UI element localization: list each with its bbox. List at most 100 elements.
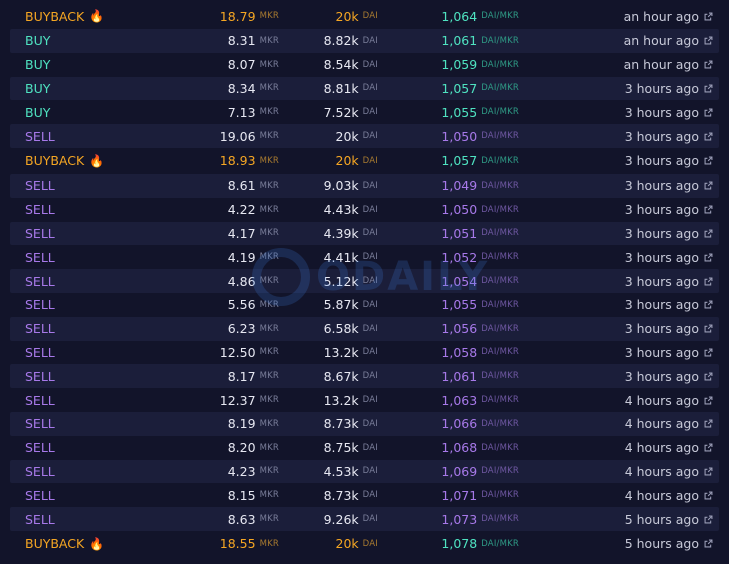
trade-time[interactable]: an hour ago	[624, 9, 699, 24]
trade-time-link[interactable]: 4 hours ago	[625, 460, 713, 484]
external-link-icon[interactable]	[704, 156, 713, 165]
external-link-icon[interactable]	[704, 132, 713, 141]
fire-icon: 🔥	[89, 9, 105, 23]
trade-price: 1,069 DAI/MKR	[441, 460, 519, 484]
trade-time[interactable]: 3 hours ago	[625, 81, 699, 96]
trade-time-link[interactable]: 3 hours ago	[625, 174, 713, 198]
external-link-icon[interactable]	[704, 108, 713, 117]
external-link-icon[interactable]	[704, 36, 713, 45]
trade-time[interactable]: 3 hours ago	[625, 321, 699, 336]
external-link-icon[interactable]	[704, 253, 713, 262]
external-link-icon[interactable]	[704, 443, 713, 452]
trade-time-link[interactable]: 3 hours ago	[625, 124, 713, 148]
trade-time-link[interactable]: 3 hours ago	[625, 317, 713, 341]
trade-time[interactable]: 3 hours ago	[625, 345, 699, 360]
trade-amount: 18.79 MKR	[220, 3, 279, 29]
trade-time[interactable]: 3 hours ago	[625, 226, 699, 241]
trade-dai: 20k DAI	[336, 148, 378, 174]
external-link-icon[interactable]	[704, 277, 713, 286]
trade-type-label: BUY	[25, 80, 51, 96]
external-link-icon[interactable]	[704, 229, 713, 238]
trade-time[interactable]: 4 hours ago	[625, 464, 699, 479]
external-link-icon[interactable]	[704, 84, 713, 93]
trade-time-link[interactable]: 3 hours ago	[625, 222, 713, 246]
trade-time-link[interactable]: 4 hours ago	[625, 483, 713, 507]
dai-unit: DAI	[362, 276, 378, 287]
external-link-icon[interactable]	[704, 12, 713, 21]
trade-row: SELL 4.19 MKR 4.41k DAI 1,052 DAI/MKR 3 hours a…	[10, 245, 719, 269]
dai-value: 13.2k	[323, 344, 359, 360]
external-link-icon[interactable]	[704, 491, 713, 500]
trade-time[interactable]: 3 hours ago	[625, 250, 699, 265]
trade-time[interactable]: 3 hours ago	[625, 274, 699, 289]
trade-time[interactable]: an hour ago	[624, 57, 699, 72]
trade-time-link[interactable]: 5 hours ago	[625, 531, 713, 557]
trade-time[interactable]: 5 hours ago	[625, 536, 699, 551]
trade-time[interactable]: 4 hours ago	[625, 393, 699, 408]
trade-price: 1,050 DAI/MKR	[441, 124, 519, 148]
trade-time-link[interactable]: 5 hours ago	[625, 507, 713, 531]
external-link-icon[interactable]	[704, 372, 713, 381]
trade-time-link[interactable]: 3 hours ago	[625, 198, 713, 222]
dai-unit: DAI	[362, 180, 378, 191]
trade-time-link[interactable]: an hour ago	[624, 3, 713, 29]
trade-price: 1,058 DAI/MKR	[441, 341, 519, 365]
trade-time[interactable]: 3 hours ago	[625, 153, 699, 168]
price-unit: DAI/MKR	[481, 35, 519, 46]
trade-time[interactable]: 4 hours ago	[625, 488, 699, 503]
trade-time-link[interactable]: 3 hours ago	[625, 293, 713, 317]
trade-time-link[interactable]: 3 hours ago	[625, 245, 713, 269]
trade-time-link[interactable]: 3 hours ago	[625, 148, 713, 174]
price-value: 1,066	[441, 416, 478, 432]
external-link-icon[interactable]	[704, 348, 713, 357]
trade-time[interactable]: 3 hours ago	[625, 369, 699, 384]
external-link-icon[interactable]	[704, 60, 713, 69]
trade-time[interactable]: 4 hours ago	[625, 416, 699, 431]
trade-type-label: SELL	[25, 249, 55, 265]
dai-unit: DAI	[362, 35, 378, 46]
external-link-icon[interactable]	[704, 539, 713, 548]
trade-time[interactable]: 3 hours ago	[625, 202, 699, 217]
trade-time[interactable]: 5 hours ago	[625, 512, 699, 527]
price-unit: DAI/MKR	[481, 107, 519, 118]
trade-type-label: SELL	[25, 273, 55, 289]
price-unit: DAI/MKR	[481, 11, 519, 21]
trade-time-link[interactable]: 4 hours ago	[625, 436, 713, 460]
trade-type-label: SELL	[25, 321, 55, 337]
external-link-icon[interactable]	[704, 515, 713, 524]
trade-time-link[interactable]: an hour ago	[624, 29, 713, 53]
trade-time-link[interactable]: an hour ago	[624, 53, 713, 77]
trade-type-label: BUYBACK	[25, 536, 85, 552]
trade-amount: 19.06 MKR	[220, 124, 279, 148]
external-link-icon[interactable]	[704, 324, 713, 333]
external-link-icon[interactable]	[704, 300, 713, 309]
trade-row: SELL 8.61 MKR 9.03k DAI 1,049 DAI/MKR 3 hours a…	[10, 173, 719, 198]
external-link-icon[interactable]	[704, 467, 713, 476]
trade-time-link[interactable]: 4 hours ago	[625, 388, 713, 412]
external-link-icon[interactable]	[704, 419, 713, 428]
trade-time[interactable]: 3 hours ago	[625, 105, 699, 120]
trade-type: SELL	[25, 483, 55, 507]
amount-unit: MKR	[259, 11, 279, 21]
amount-unit: MKR	[259, 252, 279, 263]
trade-time[interactable]: 4 hours ago	[625, 440, 699, 455]
external-link-icon[interactable]	[704, 396, 713, 405]
trade-time[interactable]: an hour ago	[624, 33, 699, 48]
trade-time-link[interactable]: 3 hours ago	[625, 341, 713, 365]
trade-time[interactable]: 3 hours ago	[625, 178, 699, 193]
trade-time-link[interactable]: 4 hours ago	[625, 412, 713, 436]
dai-unit: DAI	[362, 11, 378, 21]
trade-time-link[interactable]: 3 hours ago	[625, 100, 713, 124]
trade-time[interactable]: 3 hours ago	[625, 129, 699, 144]
trade-row: SELL 8.19 MKR 8.73k DAI 1,066 DAI/MKR 4 hours a…	[10, 411, 719, 436]
price-value: 1,055	[441, 297, 478, 313]
trade-time[interactable]: 3 hours ago	[625, 297, 699, 312]
trade-time-link[interactable]: 3 hours ago	[625, 77, 713, 101]
trade-time-link[interactable]: 3 hours ago	[625, 364, 713, 388]
price-unit: DAI/MKR	[481, 538, 519, 549]
trade-price: 1,055 DAI/MKR	[441, 100, 519, 124]
trade-time-link[interactable]: 3 hours ago	[625, 269, 713, 293]
trade-dai: 13.2k DAI	[324, 341, 378, 365]
external-link-icon[interactable]	[704, 205, 713, 214]
external-link-icon[interactable]	[704, 181, 713, 190]
